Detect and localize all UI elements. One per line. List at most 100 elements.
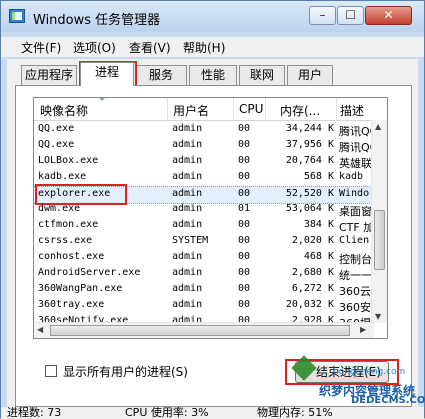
- process-row[interactable]: dwm.exe admin 01 53,064 K 桌面窗: [34, 202, 374, 218]
- maximize-button[interactable]: ☐: [337, 6, 364, 25]
- process-user: admin: [172, 267, 203, 278]
- scroll-up-icon[interactable]: ▲: [375, 122, 381, 131]
- column-divider[interactable]: [167, 98, 168, 120]
- process-name: AndroidServer.exe: [38, 267, 141, 278]
- menu-bar: 文件(F) 选项(O) 查看(V) 帮助(H): [1, 37, 424, 57]
- process-user: admin: [172, 123, 203, 134]
- menu-file[interactable]: 文件(F): [21, 39, 61, 56]
- process-row[interactable]: AndroidServer.exe admin 00 2,680 K 统一一: [34, 266, 374, 282]
- process-user: admin: [172, 139, 203, 150]
- process-list-header: 映像名称 用户名 CPU 内存(... 描述: [34, 98, 387, 121]
- menu-help[interactable]: 帮助(H): [183, 39, 225, 56]
- process-description: 360安: [339, 301, 371, 314]
- process-name: LOLBox.exe: [38, 155, 99, 166]
- menu-options[interactable]: 选项(O): [73, 39, 116, 56]
- process-row[interactable]: csrss.exe SYSTEM 00 2,020 K Clien: [34, 234, 374, 250]
- process-description: 控制台: [339, 253, 372, 266]
- process-memory: 2,020 K: [291, 235, 334, 246]
- status-process-count: 进程数: 73: [7, 407, 62, 419]
- process-cpu: 01: [238, 203, 251, 214]
- minimize-button[interactable]: –: [309, 6, 336, 25]
- process-name: kadb.exe: [38, 171, 87, 182]
- close-button[interactable]: ✕: [365, 6, 412, 25]
- tab-users[interactable]: 用户: [287, 65, 333, 85]
- horizontal-scroll-thumb[interactable]: [50, 325, 350, 336]
- process-cpu: 00: [238, 235, 251, 246]
- process-memory: 20,032 K: [285, 299, 334, 310]
- vertical-scrollbar[interactable]: ▲ ▼: [371, 120, 387, 323]
- sort-indicator-icon: [98, 98, 106, 101]
- column-header-description[interactable]: 描述: [340, 102, 370, 119]
- process-cpu: 00: [238, 251, 251, 262]
- tab-networking[interactable]: 联网: [239, 65, 285, 85]
- tab-performance[interactable]: 性能: [189, 65, 237, 85]
- process-description: 腾讯QQ: [339, 141, 373, 154]
- vertical-scroll-thumb[interactable]: [374, 210, 385, 270]
- menu-view[interactable]: 查看(V): [129, 39, 171, 56]
- process-name: csrss.exe: [38, 235, 93, 246]
- task-manager-window: Windows 任务管理器 – ☐ ✕ 文件(F) 选项(O) 查看(V) 帮助…: [0, 0, 425, 419]
- process-description: 腾讯QQ: [339, 125, 373, 138]
- process-cpu: 00: [238, 188, 251, 199]
- process-name: 360WangPan.exe: [38, 283, 123, 294]
- column-header-memory[interactable]: 内存(...: [280, 102, 334, 119]
- scroll-down-icon[interactable]: ▼: [375, 312, 381, 321]
- process-row[interactable]: QQ.exe admin 00 34,244 K 腾讯QQ: [34, 122, 374, 138]
- process-name: dwm.exe: [38, 203, 81, 214]
- process-cpu: 00: [238, 123, 251, 134]
- process-cpu: 00: [238, 299, 251, 310]
- title-bar[interactable]: Windows 任务管理器 – ☐ ✕: [1, 1, 424, 32]
- horizontal-scrollbar[interactable]: ◀ ▶: [34, 322, 374, 338]
- scroll-left-icon[interactable]: ◀: [37, 325, 43, 334]
- column-divider[interactable]: [265, 98, 266, 120]
- process-user: admin: [172, 299, 203, 310]
- process-description: 360云: [339, 285, 371, 298]
- column-divider[interactable]: [336, 98, 337, 120]
- column-header-image-name[interactable]: 映像名称: [40, 102, 88, 119]
- process-row[interactable]: ctfmon.exe admin 00 384 K CTF 加: [34, 218, 374, 234]
- show-all-users-checkbox[interactable]: [45, 365, 57, 377]
- process-memory: 20,764 K: [285, 155, 334, 166]
- status-bar: 进程数: 73 CPU 使用率: 3% 物理内存: 51%: [1, 407, 424, 419]
- process-row[interactable]: 360WangPan.exe admin 00 6,272 K 360云: [34, 282, 374, 298]
- process-description: CTF 加: [339, 221, 373, 234]
- process-name: 360tray.exe: [38, 299, 105, 310]
- process-cpu: 00: [238, 171, 251, 182]
- watermark-domain: DEDECMS.COM: [351, 395, 425, 406]
- process-cpu: 00: [238, 155, 251, 166]
- process-user: admin: [172, 171, 203, 182]
- process-cpu: 00: [238, 219, 251, 230]
- process-cpu: 00: [238, 283, 251, 294]
- process-memory: 568 K: [303, 171, 334, 182]
- process-name: QQ.exe: [38, 123, 75, 134]
- process-memory: 53,064 K: [285, 203, 334, 214]
- process-description: 统一一: [339, 269, 372, 282]
- show-all-users-label[interactable]: 显示所有用户的进程(S): [63, 363, 188, 380]
- process-cpu: 00: [238, 267, 251, 278]
- process-memory: 52,520 K: [285, 188, 334, 199]
- process-user: admin: [172, 155, 203, 166]
- process-memory: 384 K: [303, 219, 334, 230]
- process-description: 英雄联: [339, 157, 372, 170]
- process-user: SYSTEM: [172, 235, 209, 246]
- process-user: admin: [172, 188, 203, 199]
- column-divider[interactable]: [233, 98, 234, 120]
- process-user: admin: [172, 283, 203, 294]
- tab-services[interactable]: 服务: [135, 65, 187, 85]
- process-row[interactable]: conhost.exe admin 00 468 K 控制台: [34, 250, 374, 266]
- process-memory: 37,956 K: [285, 139, 334, 150]
- process-list[interactable]: 映像名称 用户名 CPU 内存(... 描述 QQ.exe admin 00 3…: [33, 97, 388, 339]
- tab-applications[interactable]: 应用程序: [21, 65, 77, 85]
- process-description: kadb: [339, 171, 364, 182]
- process-cpu: 00: [238, 139, 251, 150]
- column-header-cpu[interactable]: CPU: [239, 102, 263, 116]
- scroll-right-icon[interactable]: ▶: [360, 325, 366, 334]
- process-row[interactable]: 360tray.exe admin 00 20,032 K 360安: [34, 298, 374, 314]
- process-name: conhost.exe: [38, 251, 105, 262]
- process-user: admin: [172, 251, 203, 262]
- tab-processes[interactable]: 进程: [80, 62, 134, 86]
- column-header-user-name[interactable]: 用户名: [173, 102, 209, 119]
- process-row[interactable]: LOLBox.exe admin 00 20,764 K 英雄联: [34, 154, 374, 170]
- status-cpu-usage: CPU 使用率: 3%: [125, 407, 209, 419]
- process-row[interactable]: QQ.exe admin 00 37,956 K 腾讯QQ: [34, 138, 374, 154]
